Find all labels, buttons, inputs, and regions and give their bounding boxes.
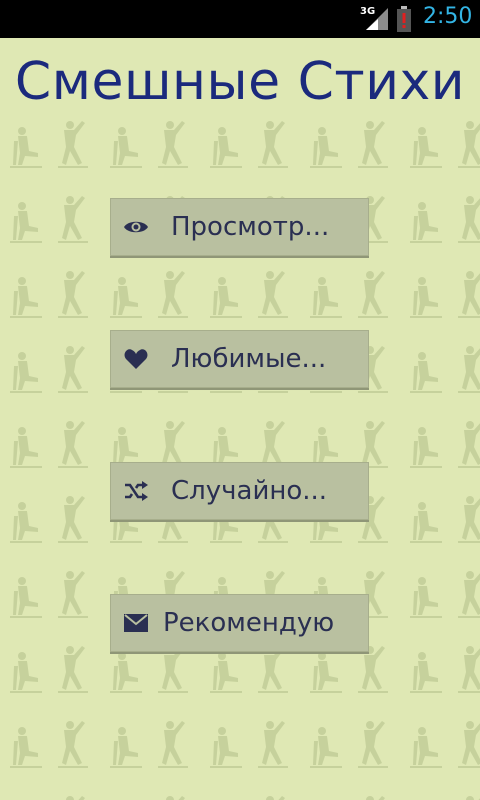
favorites-button[interactable]: Любимые...	[110, 330, 369, 388]
browse-button[interactable]: Просмотр...	[110, 198, 369, 256]
clock: 2:50	[423, 4, 473, 29]
heart-icon	[123, 346, 149, 372]
status-bar: 3G 2:50	[0, 0, 480, 38]
envelope-icon	[123, 610, 149, 636]
favorites-label: Любимые...	[171, 344, 327, 374]
browse-label: Просмотр...	[171, 212, 330, 242]
eye-icon	[123, 214, 149, 240]
shuffle-icon	[123, 478, 149, 504]
app-title: Смешные Стихи	[14, 52, 466, 112]
main-screen: Смешные Стихи Просмотр... Любимые... Слу…	[0, 38, 480, 800]
random-label: Случайно...	[171, 476, 328, 506]
random-button[interactable]: Случайно...	[110, 462, 369, 520]
battery-icon	[396, 6, 412, 36]
recommend-button[interactable]: Рекомендую	[110, 594, 369, 652]
background-pattern	[0, 118, 480, 800]
recommend-label: Рекомендую	[163, 608, 335, 638]
signal-icon	[364, 8, 388, 34]
